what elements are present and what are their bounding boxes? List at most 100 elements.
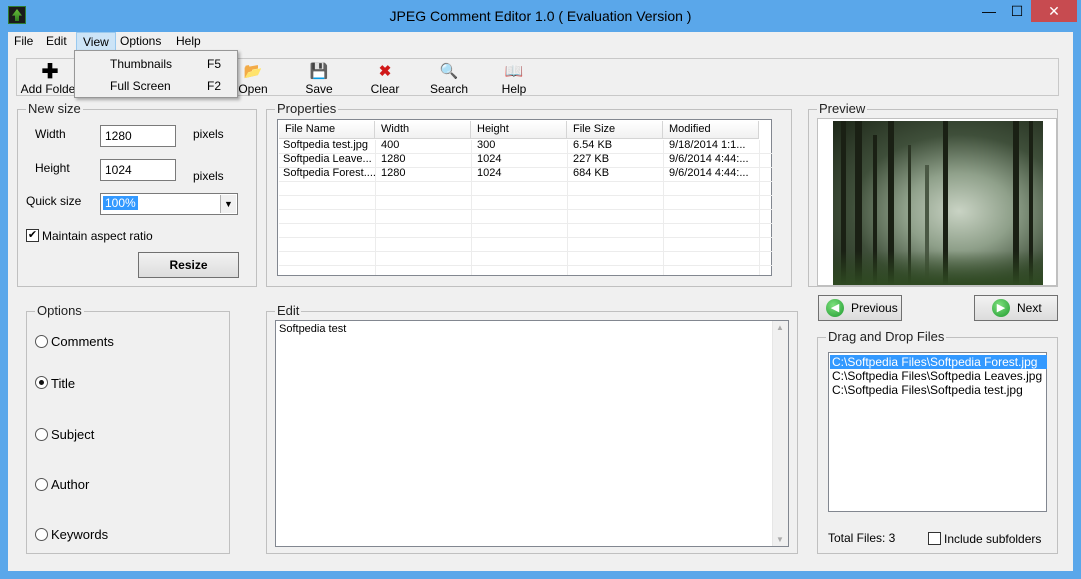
book-icon: 📖 [504,63,524,80]
comment-textarea[interactable]: Softpedia test ▲ ▼ [275,320,789,547]
column-header[interactable]: Height [471,121,567,139]
scroll-down-icon[interactable]: ▼ [776,535,784,544]
help-label: Help [501,82,527,96]
preview-frame [817,118,1057,286]
menu-item-full-screen[interactable]: Full Screen F2 [76,75,236,97]
search-button[interactable]: 🔍 Search [421,63,477,96]
options-title: Options [35,303,84,318]
list-item[interactable]: C:\Softpedia Files\Softpedia Forest.jpg [830,355,1047,369]
maintain-aspect-checkbox[interactable]: ✔ [26,229,39,242]
thumbnails-shortcut: F5 [207,57,222,71]
arrow-left-icon: ◀ [826,299,844,317]
close-button[interactable]: ✕ [1031,0,1077,22]
search-icon: 🔍 [439,63,459,80]
clear-label: Clear [370,82,400,96]
thumbnails-label: Thumbnails [110,57,173,71]
add-folder-button[interactable]: ✚ Add Folder [19,61,81,96]
properties-title: Properties [275,101,339,116]
table-cell: 6.54 KB [573,139,613,151]
quick-size-select[interactable]: 100% ▼ [100,193,238,215]
properties-table[interactable]: File Name Width Height File Size Modifie… [277,119,772,276]
clear-button[interactable]: ✖ Clear [357,63,413,96]
scroll-up-icon[interactable]: ▲ [776,323,784,332]
table-cell: Softpedia Leave... [283,153,372,165]
window-title: JPEG Comment Editor 1.0 ( Evaluation Ver… [389,8,692,24]
table-cell: 400 [381,139,400,151]
menu-bar: File Edit View Options Help [8,32,1073,52]
table-cell: 9/6/2014 4:44:... [669,153,749,165]
author-label: Author [51,477,90,492]
vertical-scrollbar[interactable]: ▲ ▼ [772,321,788,546]
include-subfolders-label: Include subfolders [944,532,1042,546]
next-label: Next [1017,301,1042,315]
menu-options[interactable]: Options [114,32,167,52]
full-screen-label: Full Screen [110,79,171,93]
list-item[interactable]: C:\Softpedia Files\Softpedia Leaves.jpg [830,369,1047,383]
preview-title: Preview [817,101,868,116]
table-cell: 684 KB [573,167,610,179]
next-button[interactable]: ▶ Next [974,295,1058,321]
preview-image [833,121,1043,285]
table-cell: 1024 [477,153,502,165]
help-button[interactable]: 📖 Help [486,63,542,96]
view-dropdown-menu: Thumbnails F5 Full Screen F2 [74,50,238,98]
maintain-aspect-label: Maintain aspect ratio [42,229,153,243]
maximize-button[interactable]: ☐ [1003,0,1031,22]
list-item[interactable]: C:\Softpedia Files\Softpedia test.jpg [830,383,1047,397]
column-header[interactable]: Width [375,121,471,139]
floppy-icon: 💾 [309,63,329,80]
save-label: Save [305,82,333,96]
column-header[interactable]: Modified [663,121,759,139]
menu-item-thumbnails[interactable]: Thumbnails F5 [76,53,236,75]
width-label: Width [35,127,66,141]
plus-icon: ✚ [41,61,59,83]
column-header[interactable]: File Name [279,121,375,139]
save-button[interactable]: 💾 Save [291,63,347,96]
include-subfolders-checkbox[interactable] [928,532,941,545]
total-files: Total Files: 3 [828,531,896,545]
file-list[interactable]: C:\Softpedia Files\Softpedia Forest.jpg … [828,352,1047,512]
radio-subject[interactable] [35,428,48,441]
table-cell: Softpedia test.jpg [283,139,369,151]
radio-keywords[interactable] [35,528,48,541]
previous-button[interactable]: ◀ Previous [818,295,902,321]
radio-title[interactable] [35,376,48,389]
table-cell: Softpedia Forest.... [283,167,375,179]
table-cell: 1024 [477,167,502,179]
resize-button[interactable]: Resize [138,252,239,278]
drag-drop-title: Drag and Drop Files [826,329,947,344]
table-cell: 9/6/2014 4:44:... [669,167,749,179]
width-input[interactable]: 1280 [100,125,176,147]
chevron-down-icon[interactable]: ▼ [220,195,236,213]
table-cell: 9/18/2014 1:1... [669,139,746,151]
previous-label: Previous [851,301,898,315]
quick-size-value: 100% [103,196,138,210]
table-cell: 227 KB [573,153,610,165]
arrow-right-icon: ▶ [992,299,1010,317]
comment-text: Softpedia test [279,323,347,335]
table-cell: 300 [477,139,496,151]
title-label: Title [51,376,76,391]
new-size-title: New size [26,101,83,116]
radio-comments[interactable] [35,335,48,348]
red-x-icon: ✖ [378,63,392,80]
width-unit: pixels [193,127,224,141]
search-label: Search [429,82,469,96]
comments-label: Comments [51,334,114,349]
height-input[interactable]: 1024 [100,159,176,181]
add-folder-label: Add Folder [20,82,80,96]
column-header[interactable]: File Size [567,121,663,139]
menu-edit[interactable]: Edit [40,32,73,52]
table-cell: 1280 [381,153,406,165]
menu-file[interactable]: File [8,32,39,52]
table-cell: 1280 [381,167,406,179]
full-screen-shortcut: F2 [207,79,222,93]
height-unit: pixels [193,169,224,183]
menu-view[interactable]: View [76,32,116,52]
radio-author[interactable] [35,478,48,491]
height-label: Height [35,161,70,175]
quick-size-label: Quick size [26,194,82,208]
menu-help[interactable]: Help [170,32,207,52]
keywords-label: Keywords [51,527,109,542]
minimize-button[interactable]: — [975,0,1003,22]
